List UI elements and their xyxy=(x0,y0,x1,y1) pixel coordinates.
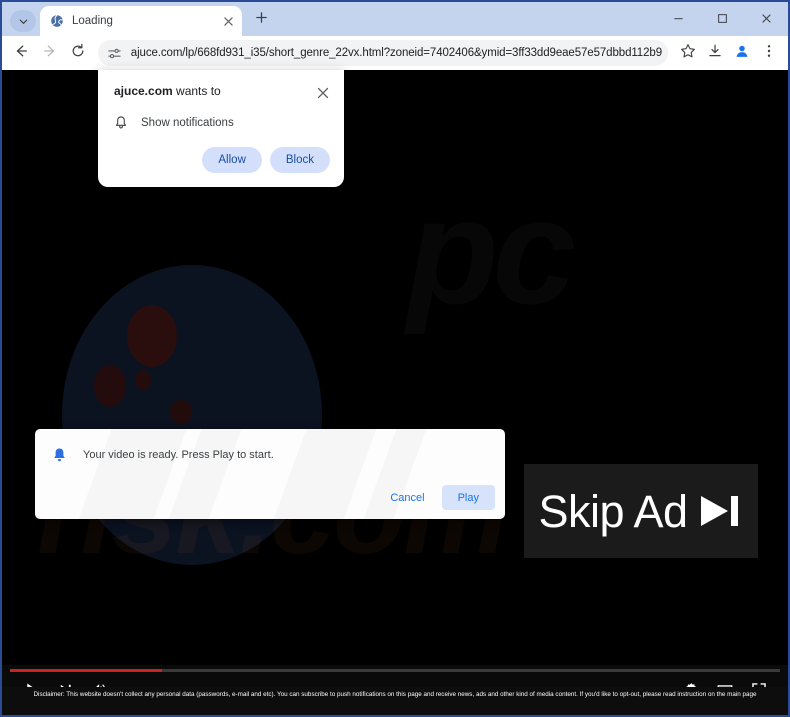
progress-bar-fill xyxy=(10,669,163,672)
video-ready-dialog: Your video is ready. Press Play to start… xyxy=(35,429,505,519)
close-icon[interactable] xyxy=(314,84,332,102)
address-bar-url: ajuce.com/lp/668fd931_i35/short_genre_22… xyxy=(130,47,663,59)
forward-button[interactable] xyxy=(37,39,64,67)
profile-button[interactable] xyxy=(729,40,755,66)
permission-origin: ajuce.com xyxy=(114,84,173,98)
allow-button[interactable]: Allow xyxy=(202,147,262,173)
dialog-message: Your video is ready. Press Play to start… xyxy=(83,449,274,461)
dialog-decorative-streak xyxy=(158,429,253,519)
browser-tab[interactable]: Loading xyxy=(40,6,242,36)
star-icon xyxy=(680,43,696,64)
chevron-down-icon xyxy=(18,16,29,27)
play-button[interactable]: Play xyxy=(441,485,495,510)
close-window-button[interactable] xyxy=(744,2,788,34)
background-blob xyxy=(94,365,126,407)
address-bar[interactable]: ajuce.com/lp/668fd931_i35/short_genre_22… xyxy=(97,40,669,66)
progress-bar-track[interactable] xyxy=(10,669,780,672)
notification-permission-bubble: ajuce.com wants to Show notifications Al… xyxy=(98,70,344,187)
download-icon xyxy=(707,43,723,64)
skip-ad-label: Skip Ad xyxy=(538,485,688,537)
downloads-button[interactable] xyxy=(702,40,728,66)
window-controls xyxy=(656,2,788,34)
tab-search-button[interactable] xyxy=(10,10,36,32)
watermark-top: pc xyxy=(407,165,570,338)
permission-title: ajuce.com wants to xyxy=(114,84,221,98)
dialog-actions: Cancel Play xyxy=(377,485,495,510)
reload-icon xyxy=(70,43,86,64)
forward-arrow-icon xyxy=(42,43,58,64)
tab-title: Loading xyxy=(72,15,113,27)
bell-icon xyxy=(49,445,69,465)
back-arrow-icon xyxy=(13,43,29,64)
bell-icon xyxy=(112,114,130,132)
close-icon[interactable] xyxy=(220,13,236,29)
permission-title-suffix: wants to xyxy=(172,84,221,98)
background-blob xyxy=(62,265,322,565)
dialog-decorative-streak xyxy=(68,429,198,519)
cancel-button[interactable]: Cancel xyxy=(377,485,437,510)
new-tab-button[interactable] xyxy=(248,7,274,33)
globe-icon xyxy=(50,14,64,28)
profile-avatar-icon xyxy=(734,43,750,64)
tune-icon[interactable] xyxy=(105,43,125,63)
tab-strip: Loading xyxy=(2,2,788,36)
browser-toolbar: ajuce.com/lp/668fd931_i35/short_genre_22… xyxy=(2,36,788,70)
block-button[interactable]: Block xyxy=(269,147,330,173)
reload-button[interactable] xyxy=(65,39,92,67)
background-blob xyxy=(135,370,151,390)
dialog-decorative-streak xyxy=(263,429,388,519)
back-button[interactable] xyxy=(8,39,35,67)
background-blob xyxy=(170,400,192,424)
plus-icon xyxy=(255,11,268,29)
permission-request-row: Show notifications xyxy=(112,114,234,132)
minimize-button[interactable] xyxy=(656,2,700,34)
permission-header: ajuce.com wants to xyxy=(114,84,332,102)
chrome-menu-button[interactable] xyxy=(756,40,782,66)
permission-request-label: Show notifications xyxy=(141,117,234,129)
bookmark-button[interactable] xyxy=(675,40,701,66)
background-blob xyxy=(127,305,177,367)
skip-ad-button[interactable]: Skip Ad xyxy=(524,464,758,558)
maximize-button[interactable] xyxy=(700,2,744,34)
permission-actions: Allow Block xyxy=(202,147,330,173)
dialog-message-row: Your video is ready. Press Play to start… xyxy=(49,445,274,465)
skip-forward-icon xyxy=(698,491,744,531)
disclaimer-text: Disclaimer: This website doesn't collect… xyxy=(2,687,788,715)
browser-window: Loading ajuce.com/lp/668fd931_i35/short_… xyxy=(0,0,790,717)
three-dot-menu-icon xyxy=(761,43,777,64)
